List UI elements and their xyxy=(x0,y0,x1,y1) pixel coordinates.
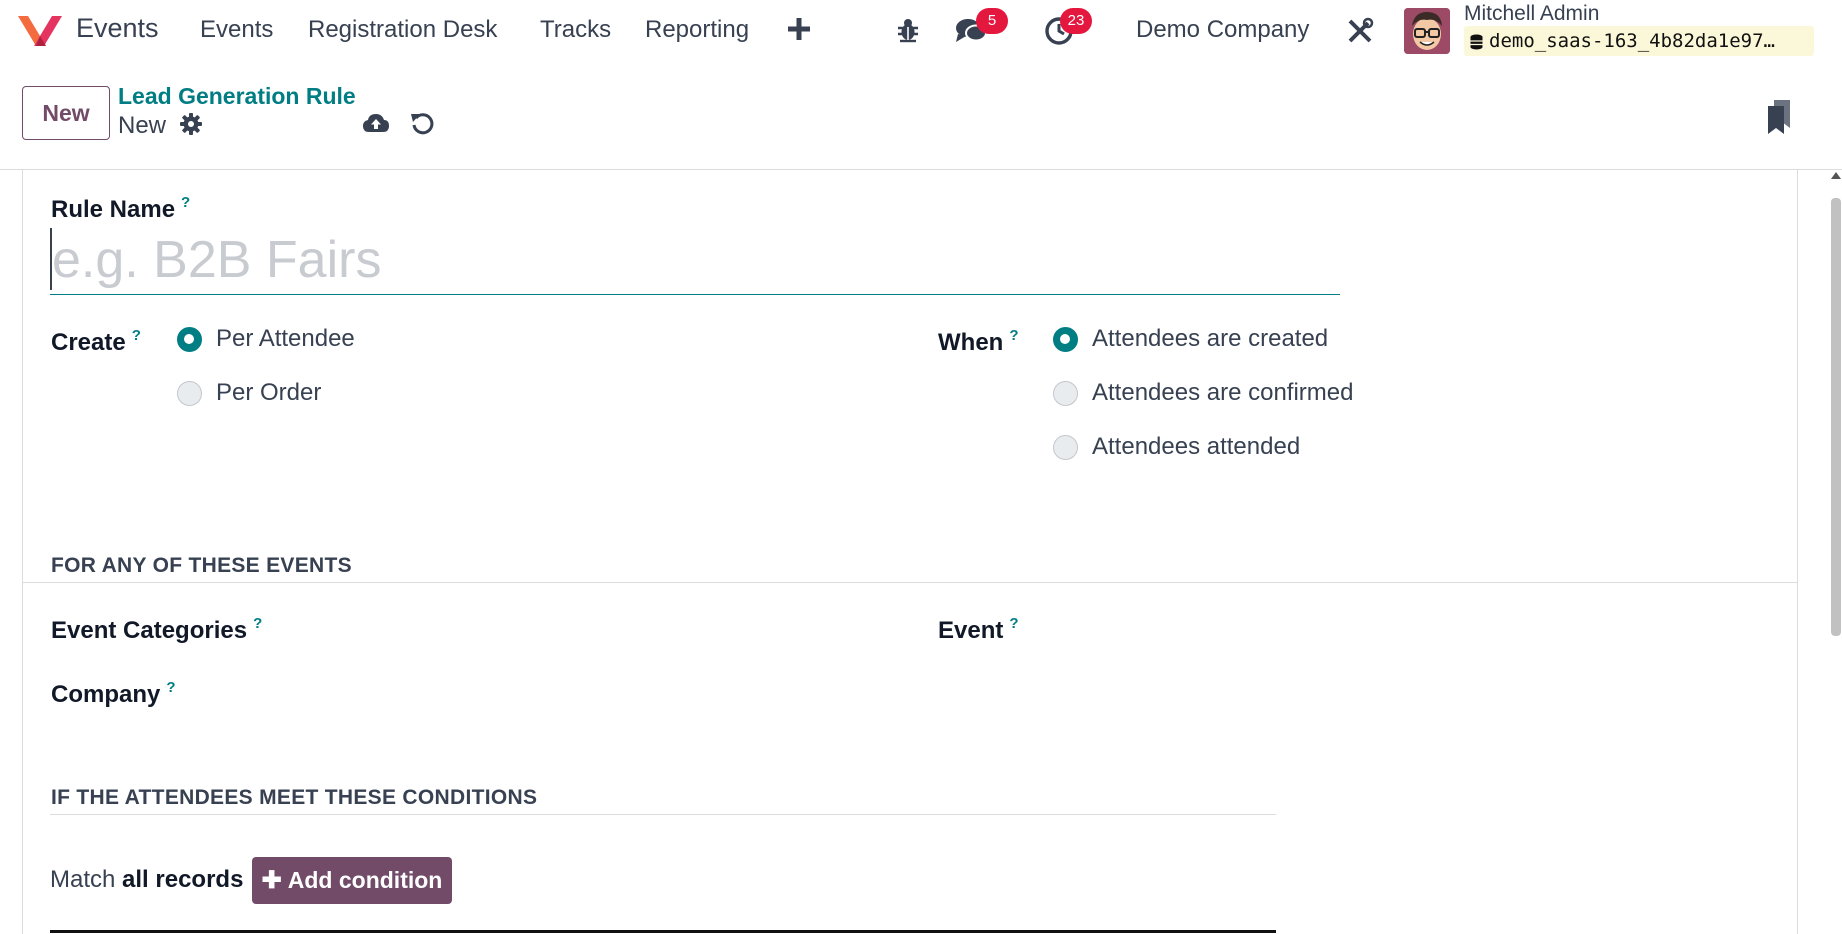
radio-unchecked-icon[interactable] xyxy=(1053,380,1078,406)
help-icon[interactable]: ? xyxy=(253,615,262,632)
record-title: New xyxy=(118,112,167,139)
radio-per-attendee[interactable]: Per Attendee xyxy=(177,325,355,353)
create-label: Create? xyxy=(51,327,141,356)
plus-icon[interactable] xyxy=(788,18,810,40)
bookmark-icon[interactable] xyxy=(1766,100,1792,134)
radio-unchecked-icon[interactable] xyxy=(1053,434,1078,460)
event-categories-label: Event Categories? xyxy=(51,615,263,644)
add-condition-button[interactable]: ✚ Add condition xyxy=(252,857,452,904)
company-switcher[interactable]: Demo Company xyxy=(1136,16,1309,44)
radio-label: Per Attendee xyxy=(216,325,355,352)
radio-label: Per Order xyxy=(216,379,322,406)
help-icon[interactable]: ? xyxy=(132,327,141,344)
scroll-up-arrow[interactable] xyxy=(1831,172,1841,179)
radio-per-order[interactable]: Per Order xyxy=(177,379,321,407)
undo-icon[interactable] xyxy=(410,110,436,136)
avatar-face-icon xyxy=(1404,8,1450,54)
radio-label: Attendees attended xyxy=(1092,433,1301,460)
help-icon[interactable]: ? xyxy=(166,679,175,696)
events-app-logo-icon[interactable] xyxy=(16,14,64,48)
new-record-button[interactable]: New xyxy=(22,86,110,140)
activities-count-badge: 23 xyxy=(1060,8,1092,34)
section-title-events: FOR ANY OF THESE EVENTS xyxy=(51,554,352,577)
breadcrumb-lead-generation-rule[interactable]: Lead Generation Rule xyxy=(118,83,356,110)
when-label: When? xyxy=(938,327,1019,356)
top-navbar: Events Events Registration Desk Tracks R… xyxy=(0,0,1842,62)
radio-attendees-confirmed[interactable]: Attendees are confirmed xyxy=(1053,379,1353,407)
radio-label: Attendees are confirmed xyxy=(1092,379,1354,406)
help-icon[interactable]: ? xyxy=(1009,327,1018,344)
help-icon[interactable]: ? xyxy=(181,194,190,211)
event-label: Event? xyxy=(938,615,1019,644)
section-title-conditions: IF THE ATTENDEES MEET THESE CONDITIONS xyxy=(51,786,538,809)
rule-name-input[interactable] xyxy=(50,225,1340,295)
radio-attendees-attended[interactable]: Attendees attended xyxy=(1053,433,1300,461)
company-label: Company? xyxy=(51,679,176,708)
scrollbar-thumb[interactable] xyxy=(1831,198,1841,636)
app-name[interactable]: Events xyxy=(76,13,159,44)
database-chip: demo_saas-163_4b82da1e97… xyxy=(1464,26,1814,56)
bug-icon[interactable] xyxy=(896,17,920,43)
radio-label: Attendees are created xyxy=(1092,325,1329,352)
section-divider xyxy=(22,582,1798,583)
radio-unchecked-icon[interactable] xyxy=(177,380,202,406)
messages-count-badge: 5 xyxy=(976,8,1008,34)
gear-icon[interactable] xyxy=(180,113,202,135)
menu-events[interactable]: Events xyxy=(200,16,273,44)
cloud-upload-icon[interactable] xyxy=(362,112,390,134)
menu-tracks[interactable]: Tracks xyxy=(540,16,611,44)
radio-checked-icon[interactable] xyxy=(177,326,202,352)
match-records-text: Match all records xyxy=(50,866,244,893)
database-name: demo_saas-163_4b82da1e97… xyxy=(1489,30,1775,52)
rule-name-label: Rule Name? xyxy=(51,194,191,223)
tools-icon[interactable] xyxy=(1346,17,1374,45)
menu-reporting[interactable]: Reporting xyxy=(645,16,749,44)
section-divider xyxy=(50,814,1276,815)
user-avatar[interactable] xyxy=(1404,8,1450,54)
radio-checked-icon[interactable] xyxy=(1053,326,1078,352)
domain-editor-bottom-border xyxy=(50,930,1276,933)
radio-attendees-created[interactable]: Attendees are created xyxy=(1053,325,1328,353)
database-icon xyxy=(1470,34,1483,49)
menu-registration-desk[interactable]: Registration Desk xyxy=(308,16,497,44)
user-name[interactable]: Mitchell Admin xyxy=(1464,2,1599,26)
help-icon[interactable]: ? xyxy=(1009,615,1018,632)
text-caret xyxy=(50,228,52,290)
plus-icon: ✚ xyxy=(261,867,282,894)
